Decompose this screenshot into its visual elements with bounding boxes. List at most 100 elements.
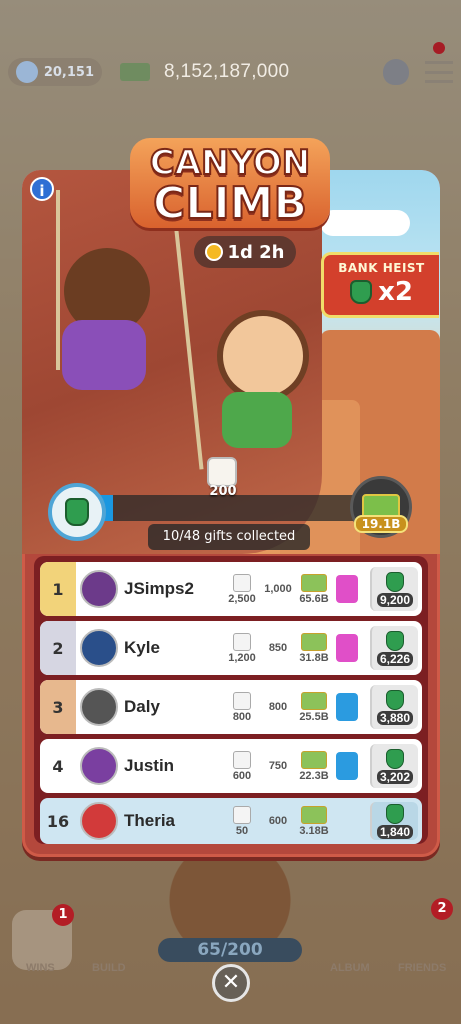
player-name: JSimps2 [124, 579, 194, 598]
climber-girl-body [62, 320, 146, 390]
cash-reward-block: 31.8B [296, 632, 332, 664]
points-box: 9,200 [370, 567, 418, 611]
leaderboard-row[interactable]: 3 Daly 800 800 25.5B 3,880 [40, 680, 422, 734]
points-value: 1,840 [376, 824, 414, 839]
wins-badge: 1 [52, 904, 74, 926]
climber-boy-head [217, 310, 309, 402]
rank-badge-gold: 1 [40, 562, 76, 616]
cash-icon [301, 632, 327, 651]
dice-icon [207, 457, 237, 487]
dice-icon [233, 573, 251, 592]
glove-icon [386, 803, 404, 824]
my-leaderboard-row[interactable]: 16 Theria 50 600 3.18B 1,840 [40, 798, 422, 844]
bonus-title: BANK HEIST [338, 261, 425, 275]
glove-icon [65, 498, 89, 526]
points-value: 3,880 [376, 710, 414, 725]
level-value: 20,151 [43, 64, 94, 80]
dice-reward-block: 2,500 [224, 573, 260, 605]
gifts-collected-text: 10/48 gifts collected [148, 524, 310, 550]
cash-small-block: 1,000 [260, 583, 296, 595]
cash-icon [301, 750, 327, 769]
cash-small-value: 850 [268, 642, 288, 654]
glove-icon [386, 571, 404, 592]
cash-small-block: 750 [260, 760, 296, 772]
player-name: Theria [124, 811, 176, 830]
avatar [80, 629, 118, 667]
event-title-line2: CLIMB [152, 178, 308, 229]
sticker-pack-icon [336, 693, 358, 721]
dice-reward-block: 50 [224, 805, 260, 837]
dice-reward-block: 1,200 [224, 632, 260, 664]
timer-value: 1d 2h [227, 241, 285, 263]
points-value: 3,202 [376, 769, 414, 784]
bank-heist-bonus-banner[interactable]: BANK HEIST x2 [321, 252, 439, 318]
dice-icon [233, 691, 251, 710]
notification-dot [433, 42, 445, 54]
cash-icon [120, 63, 150, 81]
dice-reward: 200 [209, 484, 237, 499]
cash-icon [301, 805, 327, 824]
cash-reward-value: 3.18B [299, 824, 329, 837]
sticker-pack-icon [336, 752, 358, 780]
cash-reward-block: 65.6B [296, 573, 332, 605]
cash-reward-value: 65.6B [299, 592, 329, 605]
friends-badge: 2 [431, 898, 453, 920]
event-title-line1: CANYON [149, 143, 312, 183]
grand-prize-value: 19.1B [354, 515, 408, 533]
leaderboard-row[interactable]: 2 Kyle 1,200 850 31.8B 6,226 [40, 621, 422, 675]
build-label[interactable]: BUILD [92, 962, 126, 974]
leaderboard-row[interactable]: 1 JSimps2 2,500 1,000 65.6B 9,200 [40, 562, 422, 616]
menu-icon[interactable] [425, 61, 453, 83]
player-name: Justin [124, 756, 175, 775]
friends-label[interactable]: FRIENDS [398, 962, 446, 974]
bonus-row: x2 [324, 277, 439, 307]
points-value: 6,226 [376, 651, 414, 666]
cash-reward-block: 22.3B [296, 750, 332, 782]
cash-reward-value: 22.3B [299, 769, 329, 782]
rope-graphic [56, 190, 60, 370]
cash-small-value: 800 [268, 701, 288, 713]
cash-icon [301, 573, 327, 592]
dice-reward-value: 50 [235, 824, 249, 837]
cash-icon [301, 691, 327, 710]
top-bar: 20,151 8,152,187,000 [8, 56, 453, 88]
cash-small-value: 1,000 [264, 583, 292, 595]
event-title-badge: CANYON CLIMB [130, 138, 330, 228]
dice-reward-value: 2,500 [228, 592, 256, 605]
dice-reward-block: 600 [224, 750, 260, 782]
rank-badge-bronze: 3 [40, 680, 76, 734]
dice-icon [233, 632, 251, 651]
level-icon [16, 61, 38, 83]
sticker-pack-icon [336, 575, 358, 603]
milestone-glove-badge [48, 483, 106, 541]
cash-reward-value: 25.5B [299, 710, 329, 723]
cash-small-value: 600 [268, 815, 288, 827]
level-pill[interactable]: 20,151 [8, 58, 102, 86]
dice-reward-value: 800 [232, 710, 252, 723]
album-label[interactable]: ALBUM [330, 962, 370, 974]
close-button[interactable]: ✕ [212, 964, 250, 1002]
glove-icon [386, 689, 404, 710]
dice-icon [233, 750, 251, 769]
stopwatch-icon [205, 243, 224, 261]
climber-boy-body [222, 392, 292, 448]
points-value: 9,200 [376, 592, 414, 607]
money-value: 8,152,187,000 [164, 61, 290, 82]
rank-badge-silver: 2 [40, 621, 76, 675]
glove-icon [386, 630, 404, 651]
cash-reward-value: 31.8B [299, 651, 329, 664]
cash-small-block: 600 [260, 815, 296, 827]
cash-small-value: 750 [268, 760, 288, 772]
dice-icon [233, 805, 251, 824]
shield-icon[interactable] [383, 59, 409, 85]
rank-number: 16 [46, 811, 70, 831]
player-name: Daly [124, 697, 160, 716]
points-box: 3,880 [370, 685, 418, 729]
avatar [80, 688, 118, 726]
wins-label[interactable]: WINS [26, 962, 55, 974]
leaderboard-row[interactable]: 4 Justin 600 750 22.3B 3,202 [40, 739, 422, 793]
dice-counter: 65/200 [158, 938, 302, 962]
event-title: CANYON CLIMB [130, 143, 330, 229]
rank-number: 4 [52, 756, 64, 776]
info-button[interactable]: i [30, 177, 54, 201]
